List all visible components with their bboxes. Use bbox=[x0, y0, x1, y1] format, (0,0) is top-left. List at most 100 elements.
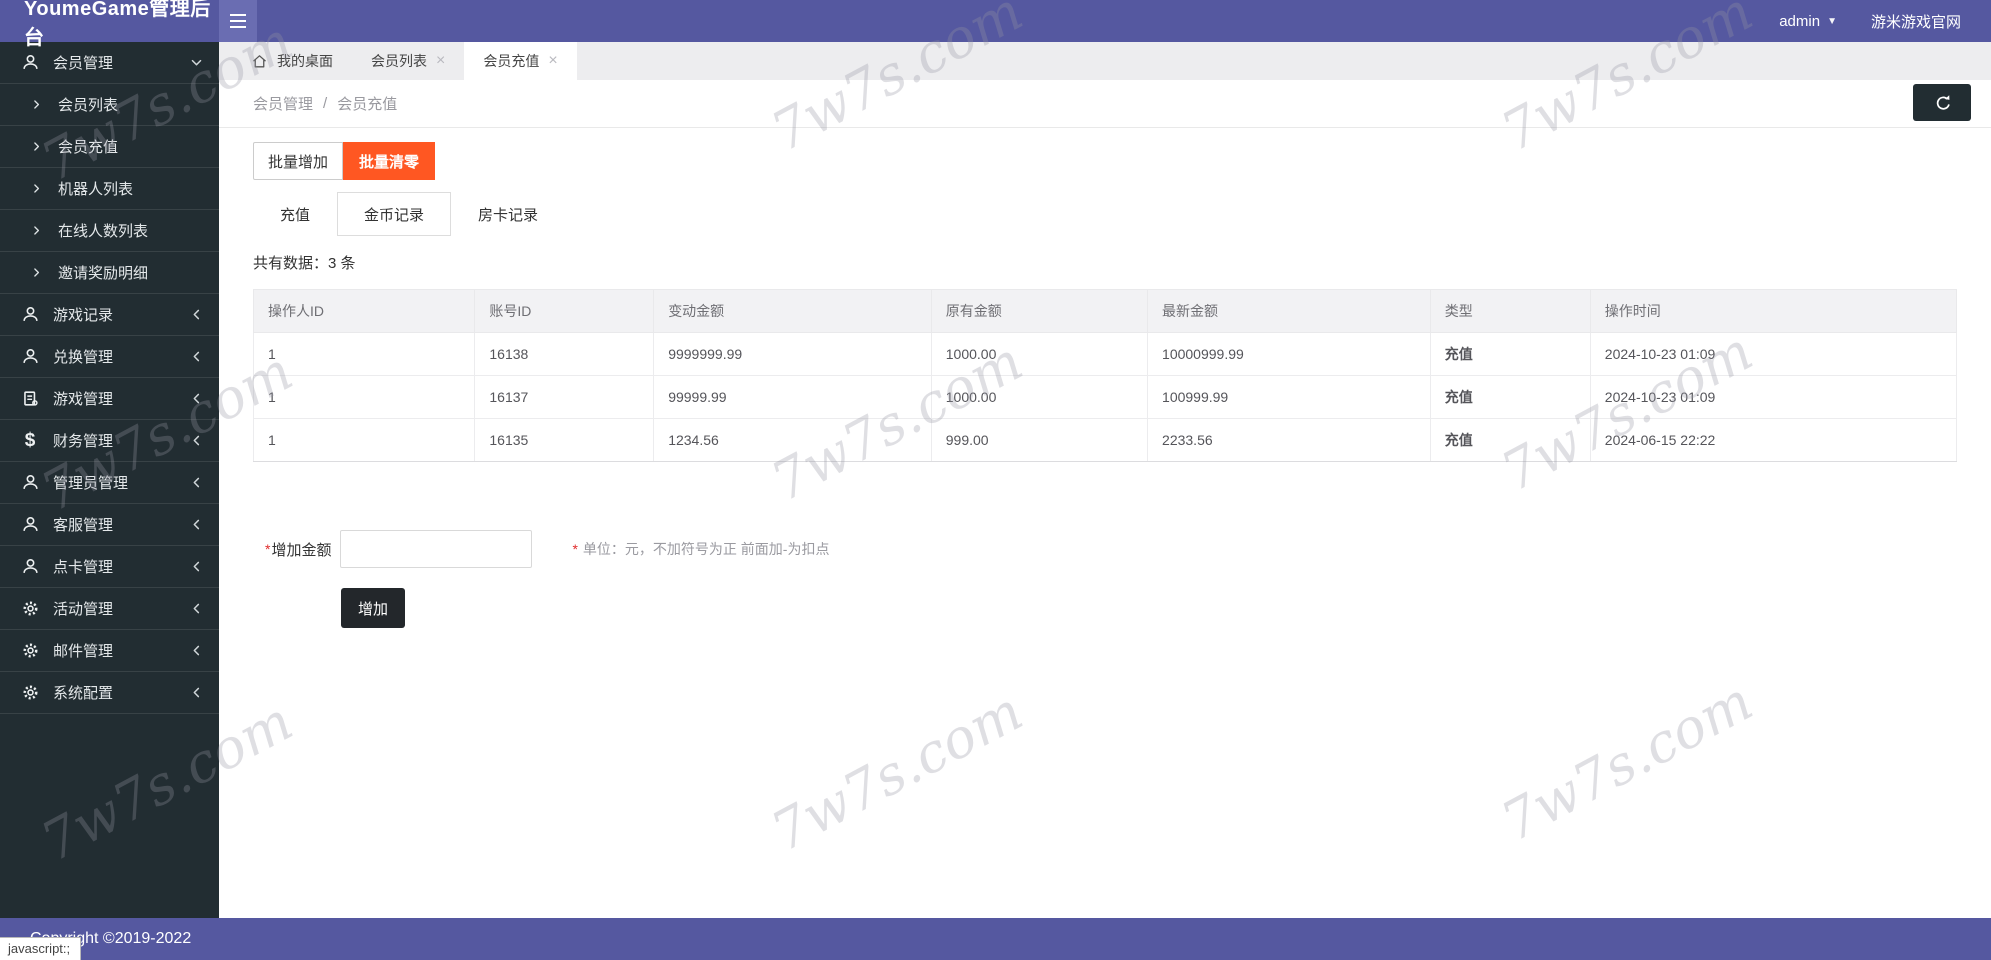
chevron-left-icon bbox=[189, 685, 205, 701]
close-icon[interactable]: × bbox=[548, 53, 557, 69]
close-icon[interactable]: × bbox=[436, 53, 445, 69]
user-icon bbox=[20, 53, 40, 73]
column-header: 最新金额 bbox=[1147, 289, 1431, 333]
cell-latest-amount: 2233.56 bbox=[1147, 418, 1431, 462]
cell-change-amount: 9999999.99 bbox=[653, 332, 932, 376]
sidebar-item-label: 管理员管理 bbox=[53, 475, 129, 492]
sidebar-item-game-records[interactable]: 游戏记录 bbox=[0, 294, 219, 336]
sidebar-item-online-users-list[interactable]: 在线人数列表 bbox=[0, 210, 219, 252]
table-row: 1 16137 99999.99 1000.00 100999.99 充值 20… bbox=[252, 375, 1958, 419]
sidebar-item-admin-management[interactable]: 管理员管理 bbox=[0, 462, 219, 504]
chevron-left-icon bbox=[189, 643, 205, 659]
hamburger-menu-icon[interactable] bbox=[219, 0, 257, 42]
sidebar-item-activity-management[interactable]: 活动管理 bbox=[0, 588, 219, 630]
refresh-button[interactable] bbox=[1913, 84, 1971, 121]
tab-member-recharge[interactable]: 会员充值 × bbox=[464, 42, 577, 80]
main-area: 我的桌面 会员列表 × 会员充值 × 会员管理 / 会员充值 批量增加 批量清零… bbox=[219, 42, 1991, 918]
chevron-left-icon bbox=[189, 601, 205, 617]
batch-clear-button[interactable]: 批量清零 bbox=[343, 142, 435, 180]
column-header: 变动金额 bbox=[653, 289, 932, 333]
cell-original-amount: 1000.00 bbox=[930, 332, 1149, 376]
cell-original-amount: 999.00 bbox=[930, 418, 1149, 462]
sidebar-item-label: 会员列表 bbox=[58, 97, 119, 114]
admin-user-menu[interactable]: admin ▼ bbox=[1779, 13, 1837, 30]
sidebar-item-label: 邮件管理 bbox=[53, 643, 114, 660]
sidebar-item-point-card-management[interactable]: 点卡管理 bbox=[0, 546, 219, 588]
dollar-icon: $ bbox=[24, 430, 36, 451]
home-icon bbox=[251, 53, 268, 70]
column-header: 类型 bbox=[1429, 289, 1591, 333]
user-icon bbox=[20, 347, 40, 367]
user-icon bbox=[20, 473, 40, 493]
sidebar-item-label: 会员充值 bbox=[58, 139, 119, 156]
sidebar-item-game-management[interactable]: 游戏管理 bbox=[0, 378, 219, 420]
breadcrumb: 会员管理 / 会员充值 bbox=[219, 80, 1991, 128]
chevron-right-icon bbox=[30, 224, 44, 238]
user-icon bbox=[20, 515, 40, 535]
breadcrumb-parent[interactable]: 会员管理 bbox=[253, 93, 313, 114]
tab-label: 我的桌面 bbox=[277, 53, 333, 69]
sidebar-item-exchange-management[interactable]: 兑换管理 bbox=[0, 336, 219, 378]
sidebar-item-label: 邀请奖励明细 bbox=[58, 265, 149, 282]
cell-operator-id: 1 bbox=[252, 418, 476, 462]
sidebar-item-member-recharge[interactable]: 会员充值 bbox=[0, 126, 219, 168]
official-site-link[interactable]: 游米游戏官网 bbox=[1871, 11, 1961, 32]
chevron-left-icon bbox=[189, 517, 205, 533]
sidebar-item-label: 机器人列表 bbox=[58, 181, 134, 198]
table-row: 1 16135 1234.56 999.00 2233.56 充值 2024-0… bbox=[252, 418, 1958, 462]
table-header-row: 操作人ID 账号ID 变动金额 原有金额 最新金额 类型 操作时间 bbox=[252, 289, 1958, 333]
sidebar-item-finance-management[interactable]: $ 财务管理 bbox=[0, 420, 219, 462]
caret-down-icon: ▼ bbox=[1827, 15, 1837, 27]
chevron-right-icon bbox=[30, 98, 44, 112]
tab-recharge[interactable]: 充值 bbox=[253, 192, 337, 236]
batch-toolbar: 批量增加 批量清零 bbox=[253, 142, 1957, 180]
cell-operator-id: 1 bbox=[252, 375, 476, 419]
tab-member-list[interactable]: 会员列表 × bbox=[352, 42, 464, 80]
record-count-text: 共有数据：3 条 bbox=[253, 255, 356, 272]
cell-type-badge: 充值 bbox=[1429, 418, 1591, 462]
browser-status-tooltip: javascript:; bbox=[0, 937, 82, 960]
sidebar-item-label: 财务管理 bbox=[53, 433, 114, 450]
tab-label: 会员充值 bbox=[483, 53, 540, 69]
cell-original-amount: 1000.00 bbox=[930, 375, 1149, 419]
cell-operator-id: 1 bbox=[252, 332, 476, 376]
batch-add-button[interactable]: 批量增加 bbox=[253, 142, 343, 180]
record-tabs: 充值 金币记录 房卡记录 bbox=[253, 192, 1957, 236]
chevron-left-icon bbox=[189, 349, 205, 365]
window-tab-bar: 我的桌面 会员列表 × 会员充值 × bbox=[219, 42, 1991, 80]
tab-my-desktop[interactable]: 我的桌面 bbox=[232, 42, 352, 80]
sidebar-item-mail-management[interactable]: 邮件管理 bbox=[0, 630, 219, 672]
add-amount-form: * 增加金额 * 单位：元，不加符号为正 前面加-为扣点 bbox=[265, 530, 1957, 568]
sidebar-item-label: 游戏管理 bbox=[53, 391, 114, 408]
sidebar-item-member-list[interactable]: 会员列表 bbox=[0, 84, 219, 126]
add-submit-button[interactable]: 增加 bbox=[341, 588, 405, 628]
cell-operation-time: 2024-06-15 22:22 bbox=[1589, 418, 1958, 462]
sidebar-item-label: 会员管理 bbox=[53, 55, 114, 72]
chevron-right-icon bbox=[30, 182, 44, 196]
cell-account-id: 16138 bbox=[474, 332, 655, 376]
sidebar-item-label: 客服管理 bbox=[53, 517, 114, 534]
sidebar-item-robot-list[interactable]: 机器人列表 bbox=[0, 168, 219, 210]
sidebar-item-label: 游戏记录 bbox=[53, 307, 114, 324]
sidebar-item-label: 点卡管理 bbox=[53, 559, 114, 576]
required-asterisk: * bbox=[572, 541, 578, 557]
chevron-left-icon bbox=[189, 433, 205, 449]
sidebar-item-system-config[interactable]: 系统配置 bbox=[0, 672, 219, 714]
amount-hint-text: 单位：元，不加符号为正 前面加-为扣点 bbox=[582, 541, 830, 557]
sidebar-item-customer-service-management[interactable]: 客服管理 bbox=[0, 504, 219, 546]
chevron-left-icon bbox=[189, 475, 205, 491]
tab-gold-records[interactable]: 金币记录 bbox=[337, 192, 452, 236]
sidebar-item-label: 兑换管理 bbox=[53, 349, 114, 366]
records-table: 操作人ID 账号ID 变动金额 原有金额 最新金额 类型 操作时间 1 1613… bbox=[252, 289, 1958, 462]
gear-icon bbox=[20, 683, 40, 703]
cell-account-id: 16135 bbox=[474, 418, 655, 462]
tab-roomcard-records[interactable]: 房卡记录 bbox=[451, 192, 565, 236]
sidebar-item-invite-reward-detail[interactable]: 邀请奖励明细 bbox=[0, 252, 219, 294]
submit-row: 增加 bbox=[341, 588, 1957, 628]
chevron-left-icon bbox=[189, 307, 205, 323]
add-amount-input[interactable] bbox=[340, 530, 533, 568]
cell-change-amount: 1234.56 bbox=[653, 418, 932, 462]
gear-icon bbox=[20, 599, 40, 619]
cell-change-amount: 99999.99 bbox=[653, 375, 932, 419]
column-header: 账号ID bbox=[474, 289, 655, 333]
